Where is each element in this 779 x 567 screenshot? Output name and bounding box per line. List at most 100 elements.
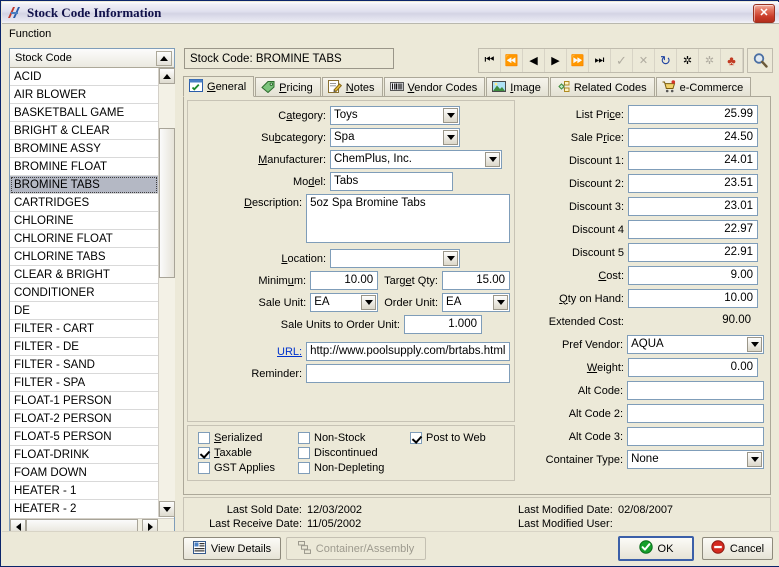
list-item[interactable]: FLOAT-DRINK <box>10 446 158 464</box>
list-item[interactable]: BROMINE TABS <box>10 176 158 194</box>
list-item[interactable]: ACID <box>10 68 158 86</box>
scroll-up-button[interactable] <box>159 68 175 84</box>
view-details-button[interactable]: View Details <box>183 537 281 560</box>
alt-code-field[interactable] <box>627 381 764 400</box>
close-window-button[interactable]: ✕ <box>753 4 775 23</box>
list-item[interactable]: CHLORINE <box>10 212 158 230</box>
checkbox-non-stock[interactable]: Non-Stock <box>298 432 365 444</box>
refresh-button[interactable]: ↻ <box>655 49 677 72</box>
checkbox-post-to-web[interactable]: Post to Web <box>410 432 486 444</box>
tab-notes[interactable]: Notes <box>321 77 383 97</box>
category-combo[interactable]: Toys <box>330 106 460 125</box>
manufacturer-combo[interactable]: ChemPlus, Inc. <box>330 150 502 169</box>
list-item[interactable]: BASKETBALL GAME <box>10 104 158 122</box>
next-record-button[interactable]: ▶ <box>545 49 567 72</box>
tab-image[interactable]: Image <box>486 77 549 97</box>
list-item[interactable]: CARTRIDGES <box>10 194 158 212</box>
menu-item-function[interactable]: Function <box>2 26 58 42</box>
chevron-down-icon[interactable] <box>443 130 458 145</box>
chevron-down-icon[interactable] <box>485 152 500 167</box>
tab-related-codes[interactable]: Related Codes <box>549 77 655 97</box>
list-item[interactable]: CLEAR & BRIGHT <box>10 266 158 284</box>
list-item[interactable]: FLOAT-1 PERSON <box>10 392 158 410</box>
tab-general[interactable]: General <box>183 76 255 97</box>
list-item[interactable]: DE <box>10 302 158 320</box>
list-item[interactable]: BRIGHT & CLEAR <box>10 122 158 140</box>
checkbox-taxable[interactable]: Taxable <box>198 447 252 459</box>
location-combo[interactable] <box>330 249 460 268</box>
list-item[interactable]: FILTER - SPA <box>10 374 158 392</box>
chevron-down-icon[interactable] <box>747 452 762 467</box>
checkbox-serialized[interactable]: Serialized <box>198 432 262 444</box>
chevron-down-icon[interactable] <box>361 295 377 310</box>
weight-field[interactable]: 0.00 <box>628 358 758 377</box>
list-item[interactable]: FILTER - DE <box>10 338 158 356</box>
new-record-button[interactable]: ✲ <box>677 49 699 72</box>
checkbox-box[interactable] <box>298 432 310 444</box>
cost-field[interactable]: 9.00 <box>628 266 758 285</box>
order-unit-combo[interactable]: EA <box>442 293 511 312</box>
reminder-field[interactable] <box>306 364 510 383</box>
stock-code-list[interactable]: ACID AIR BLOWER BASKETBALL GAME BRIGHT & CL… <box>10 68 158 517</box>
list-item[interactable]: BROMINE ASSY <box>10 140 158 158</box>
url-field[interactable]: http://www.poolsupply.com/brtabs.html <box>306 342 510 361</box>
next-page-button[interactable]: ⏩ <box>567 49 589 72</box>
list-item[interactable]: HEATER - 1 <box>10 482 158 500</box>
discount-1-field[interactable]: 24.01 <box>628 151 758 170</box>
prev-page-button[interactable]: ⏪ <box>501 49 523 72</box>
sale-unit-combo[interactable]: EA <box>310 293 379 312</box>
sort-ascending-icon[interactable] <box>156 51 172 66</box>
filter-button[interactable]: ♣ <box>721 49 743 72</box>
minimum-field[interactable]: 10.00 <box>310 271 379 290</box>
list-item[interactable]: FILTER - CART <box>10 320 158 338</box>
checkbox-gst-applies[interactable]: GST Applies <box>198 462 275 474</box>
pref-vendor-combo[interactable]: AQUA <box>627 335 764 354</box>
checkbox-box[interactable] <box>198 447 210 459</box>
list-item[interactable]: CHLORINE TABS <box>10 248 158 266</box>
checkbox-non-depleting[interactable]: Non-Depleting <box>298 462 384 474</box>
scroll-down-button[interactable] <box>159 501 175 517</box>
alt-code-3-field[interactable] <box>627 427 764 446</box>
chevron-down-icon[interactable] <box>443 251 458 266</box>
list-item[interactable]: CONDITIONER <box>10 284 158 302</box>
discount-5-field[interactable]: 22.91 <box>628 243 758 262</box>
checkbox-box[interactable] <box>298 447 310 459</box>
model-field[interactable]: Tabs <box>330 172 453 191</box>
tab-e-commerce[interactable]: e-Commerce <box>655 77 752 97</box>
discount-3-field[interactable]: 23.01 <box>628 197 758 216</box>
list-item[interactable]: FOAM DOWN <box>10 464 158 482</box>
sale-units-to-order-unit-field[interactable]: 1.000 <box>404 315 482 334</box>
target-qty-field[interactable]: 15.00 <box>441 271 510 290</box>
list-price-field[interactable]: 25.99 <box>628 105 758 124</box>
checkbox-box[interactable] <box>198 462 210 474</box>
url-label[interactable]: URL: <box>188 346 302 358</box>
first-record-button[interactable]: ⏮ <box>479 49 501 72</box>
list-vertical-scrollbar[interactable] <box>158 68 175 517</box>
list-item[interactable]: FLOAT-2 PERSON <box>10 410 158 428</box>
checkbox-box[interactable] <box>298 462 310 474</box>
qty-on-hand-field[interactable]: 10.00 <box>628 289 758 308</box>
chevron-down-icon[interactable] <box>493 295 509 310</box>
search-button[interactable] <box>747 48 773 73</box>
prev-record-button[interactable]: ◀ <box>523 49 545 72</box>
chevron-down-icon[interactable] <box>443 108 458 123</box>
list-item[interactable]: AIR BLOWER <box>10 86 158 104</box>
list-item[interactable]: HEATER - 2 <box>10 500 158 517</box>
sale-price-field[interactable]: 24.50 <box>628 128 758 147</box>
discount-2-field[interactable]: 23.51 <box>628 174 758 193</box>
discount-4-field[interactable]: 22.97 <box>628 220 758 239</box>
list-item[interactable]: CHLORINE FLOAT <box>10 230 158 248</box>
ok-button[interactable]: OK <box>618 536 694 561</box>
cancel-button[interactable]: Cancel <box>702 537 773 560</box>
container-type-combo[interactable]: None <box>627 450 764 469</box>
scrollbar-thumb[interactable] <box>159 128 175 278</box>
description-field[interactable]: 5oz Spa Bromine Tabs <box>306 194 510 243</box>
tab-pricing[interactable]: Pricing <box>255 77 321 97</box>
last-record-button[interactable]: ⏭ <box>589 49 611 72</box>
tab-vendor-codes[interactable]: Vendor Codes <box>383 77 486 97</box>
subcategory-combo[interactable]: Spa <box>330 128 460 147</box>
checkbox-box[interactable] <box>198 432 210 444</box>
list-item[interactable]: FLOAT-5 PERSON <box>10 428 158 446</box>
checkbox-discontinued[interactable]: Discontinued <box>298 447 378 459</box>
list-item[interactable]: BROMINE FLOAT <box>10 158 158 176</box>
